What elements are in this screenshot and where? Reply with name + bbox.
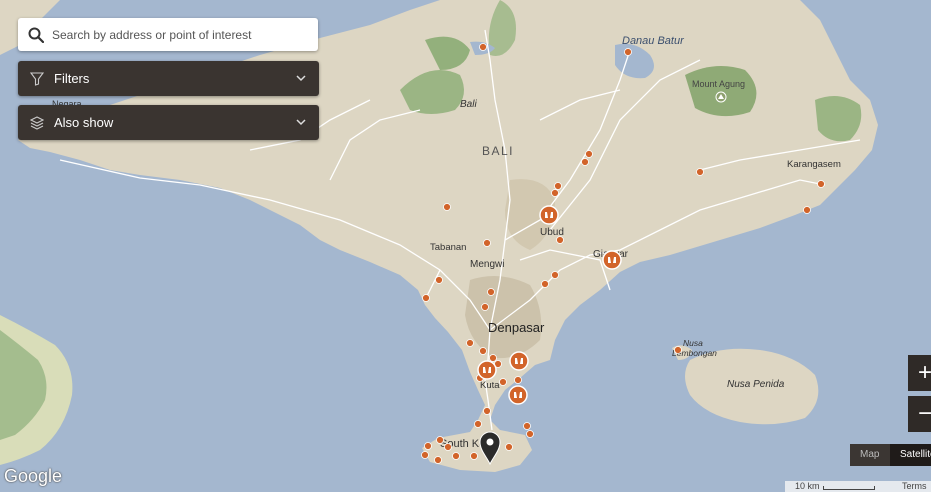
poi-marker[interactable] xyxy=(696,168,704,176)
scale-label: 10 km xyxy=(795,481,820,491)
poi-marker[interactable] xyxy=(443,203,451,211)
poi-marker[interactable] xyxy=(421,451,429,459)
poi-marker[interactable] xyxy=(551,271,559,279)
cluster-marker-kuta[interactable] xyxy=(477,360,497,380)
terms-link[interactable]: Terms xyxy=(902,481,927,492)
poi-marker[interactable] xyxy=(422,294,430,302)
filters-label: Filters xyxy=(54,71,90,86)
cluster-marker-nusa-dua[interactable] xyxy=(508,385,528,405)
label-karangasem: Karangasem xyxy=(787,159,841,170)
poi-marker[interactable] xyxy=(803,206,811,214)
cluster-marker-sanur[interactable] xyxy=(509,351,529,371)
poi-marker[interactable] xyxy=(436,436,444,444)
label-danau-batur: Danau Batur xyxy=(622,35,685,47)
poi-marker[interactable] xyxy=(483,239,491,247)
poi-marker[interactable] xyxy=(470,452,478,460)
cluster-marker-ubud[interactable] xyxy=(539,205,559,225)
poi-marker[interactable] xyxy=(556,236,564,244)
poi-marker[interactable] xyxy=(585,150,593,158)
poi-marker[interactable] xyxy=(505,443,513,451)
poi-marker[interactable] xyxy=(526,430,534,438)
chevron-down-icon xyxy=(296,75,306,82)
poi-marker[interactable] xyxy=(551,189,559,197)
zoom-out-button[interactable]: − xyxy=(908,396,931,432)
poi-marker[interactable] xyxy=(444,443,452,451)
label-nusa: Nusa xyxy=(683,338,703,348)
search-icon xyxy=(28,27,44,43)
poi-marker[interactable] xyxy=(483,407,491,415)
poi-marker[interactable] xyxy=(624,48,632,56)
poi-marker[interactable] xyxy=(514,376,522,384)
map-type-satellite-button[interactable]: Satellite xyxy=(890,444,931,466)
poi-marker[interactable] xyxy=(554,182,562,190)
scale-bar xyxy=(823,486,875,490)
poi-marker[interactable] xyxy=(435,276,443,284)
layers-icon xyxy=(30,115,44,130)
poi-marker[interactable] xyxy=(523,422,531,430)
label-bali-island: BALI xyxy=(482,144,514,158)
label-tabanan: Tabanan xyxy=(430,242,466,253)
poi-marker[interactable] xyxy=(674,346,682,354)
zoom-in-button[interactable]: + xyxy=(908,355,931,391)
funnel-icon xyxy=(30,71,44,86)
poi-marker[interactable] xyxy=(434,456,442,464)
poi-marker[interactable] xyxy=(481,303,489,311)
poi-marker[interactable] xyxy=(424,442,432,450)
google-logo[interactable]: Google xyxy=(4,466,62,487)
poi-marker[interactable] xyxy=(479,43,487,51)
search-input[interactable] xyxy=(50,26,304,43)
also-show-label: Also show xyxy=(54,115,114,130)
filters-dropdown[interactable]: Filters xyxy=(18,61,319,96)
poi-marker[interactable] xyxy=(581,158,589,166)
also-show-dropdown[interactable]: Also show xyxy=(18,105,319,140)
peak-icon xyxy=(715,91,727,103)
label-nusa-penida: Nusa Penida xyxy=(727,379,785,390)
poi-marker[interactable] xyxy=(474,420,482,428)
poi-marker[interactable] xyxy=(541,280,549,288)
poi-marker[interactable] xyxy=(452,452,460,460)
label-mengwi: Mengwi xyxy=(470,259,504,270)
chevron-down-icon xyxy=(296,119,306,126)
poi-marker[interactable] xyxy=(817,180,825,188)
label-bali-region: Bali xyxy=(460,99,477,110)
poi-marker[interactable] xyxy=(466,339,474,347)
cluster-marker-gianyar[interactable] xyxy=(602,250,622,270)
label-mount-agung: Mount Agung xyxy=(692,79,745,89)
map-type-map-button[interactable]: Map xyxy=(850,444,890,466)
poi-marker[interactable] xyxy=(499,378,507,386)
label-kuta: Kuta xyxy=(480,380,500,391)
poi-marker[interactable] xyxy=(487,288,495,296)
poi-marker[interactable] xyxy=(489,354,497,362)
label-denpasar: Denpasar xyxy=(488,320,545,335)
search-box[interactable] xyxy=(18,18,318,51)
map-footer: 10 km Terms xyxy=(785,481,931,492)
poi-marker[interactable] xyxy=(479,347,487,355)
